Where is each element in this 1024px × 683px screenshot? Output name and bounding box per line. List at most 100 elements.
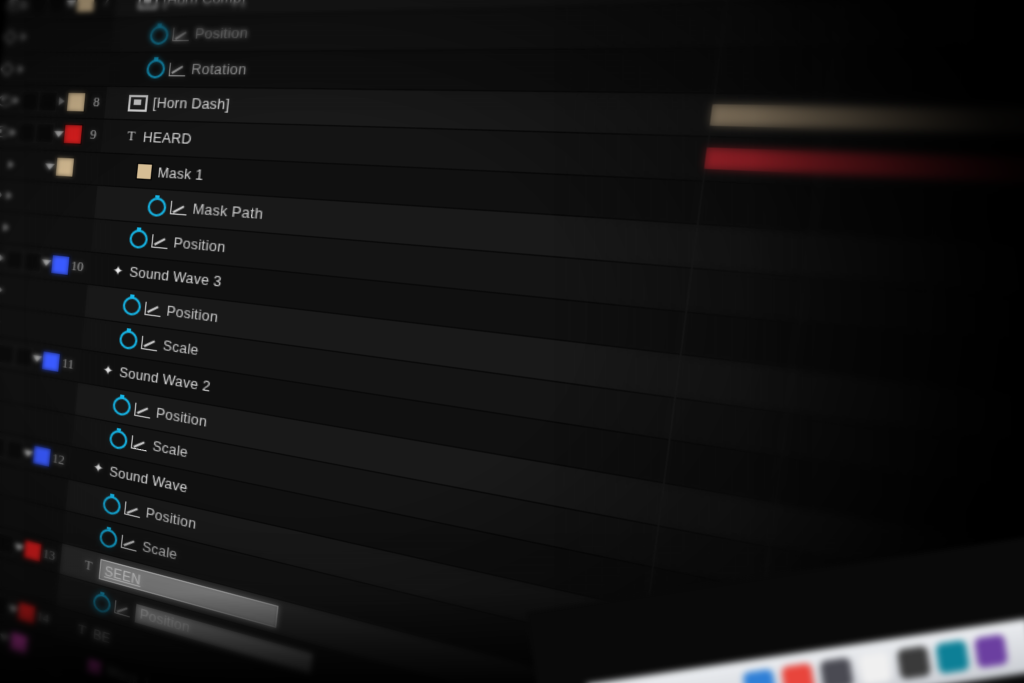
stopwatch-icon[interactable]: [121, 296, 142, 318]
property-expander-icon[interactable]: [13, 96, 20, 105]
layer-expander-icon[interactable]: [44, 162, 55, 170]
property-expander-icon[interactable]: [20, 32, 27, 42]
mask-color-swatch[interactable]: [135, 162, 154, 181]
layer-index-number: 14: [36, 608, 50, 627]
purple-app-icon[interactable]: [973, 634, 1009, 669]
stopwatch-icon[interactable]: [92, 591, 112, 615]
visibility-eye-icon[interactable]: [6, 0, 22, 12]
stopwatch-icon[interactable]: [146, 196, 168, 217]
teal-app-icon[interactable]: [935, 639, 970, 674]
layer-expander-icon[interactable]: [0, 633, 10, 643]
stopwatch-icon[interactable]: [108, 428, 129, 451]
layer-index-number: [33, 583, 58, 590]
layer-color-swatch[interactable]: [62, 124, 84, 146]
layer-expander-icon[interactable]: [58, 97, 66, 106]
layer-name-label: Position: [172, 234, 227, 256]
property-expander-icon[interactable]: [2, 222, 10, 232]
timeline-layer-bar[interactable]: [703, 147, 1024, 249]
stopwatch-icon[interactable]: [149, 25, 170, 45]
layer-rename-value: SEEN: [103, 563, 142, 588]
layer-color-swatch[interactable]: [22, 538, 43, 564]
photos-icon[interactable]: [858, 651, 893, 683]
stopwatch-icon[interactable]: [118, 329, 139, 351]
layer-name-label: Mask 1: [156, 164, 205, 183]
property-expander-icon[interactable]: [22, 0, 29, 10]
lock-toggle-box[interactable]: [13, 345, 34, 368]
lock-toggle-box[interactable]: [47, 0, 68, 15]
stopwatch-icon[interactable]: [102, 494, 122, 517]
layer-color-swatch[interactable]: [9, 630, 30, 656]
shape-layer-icon: ✦: [102, 361, 115, 379]
stopwatch-icon[interactable]: [145, 59, 166, 79]
camera-icon[interactable]: [896, 645, 931, 680]
graph-editor-icon[interactable]: [144, 301, 162, 317]
lock-toggle-box[interactable]: [4, 439, 25, 463]
graph-editor-icon[interactable]: [169, 200, 188, 216]
graph-editor-icon[interactable]: [168, 62, 187, 77]
keyframe-navigator-icon[interactable]: [0, 61, 14, 77]
solo-toggle-box[interactable]: [20, 90, 40, 112]
layer-index-number: [70, 200, 96, 202]
solo-toggle-box[interactable]: [17, 122, 37, 144]
graph-editor-icon[interactable]: [134, 402, 152, 419]
row-toggle-gutter[interactable]: 7: [5, 0, 118, 21]
lock-toggle-box[interactable]: [37, 91, 59, 112]
lock-toggle-box[interactable]: [22, 250, 43, 273]
finder-icon[interactable]: [742, 668, 777, 683]
layer-name-label: Rotation: [190, 61, 248, 78]
layer-color-swatch[interactable]: [65, 91, 87, 113]
graph-editor-icon[interactable]: [172, 27, 191, 42]
stopwatch-icon[interactable]: [128, 229, 149, 250]
lock-toggle-box[interactable]: [34, 123, 55, 145]
row-toggle-gutter[interactable]: [2, 19, 114, 53]
shape-layer-icon: ✦: [112, 262, 125, 279]
graph-editor-icon[interactable]: [120, 534, 138, 552]
property-expander-icon[interactable]: [7, 159, 14, 169]
solo-toggle-box[interactable]: [29, 0, 50, 15]
stopwatch-icon[interactable]: [112, 395, 132, 418]
layer-color-swatch[interactable]: [31, 444, 53, 469]
row-toggle-gutter[interactable]: [0, 52, 111, 86]
text-layer-icon: T: [84, 557, 93, 574]
row-toggle-gutter[interactable]: 8: [0, 85, 108, 119]
layer-color-swatch[interactable]: [75, 0, 97, 14]
layer-color-swatch[interactable]: [50, 253, 71, 276]
layer-index-number: [42, 489, 67, 495]
property-expander-icon[interactable]: [10, 128, 17, 137]
solo-toggle-box[interactable]: [5, 249, 25, 271]
layer-index-number: [24, 677, 48, 683]
layer-name-label: Scale: [151, 438, 189, 462]
graph-editor-icon[interactable]: [140, 335, 159, 351]
stopwatch-icon[interactable]: [98, 526, 119, 550]
layer-index-number: [48, 426, 73, 431]
graph-editor-icon[interactable]: [151, 233, 169, 249]
row-toggle-gutter[interactable]: [0, 147, 101, 186]
property-expander-icon[interactable]: [0, 253, 5, 263]
layer-index-number: [39, 521, 64, 527]
composition-layer-icon: [127, 94, 149, 112]
property-expander-icon[interactable]: [0, 285, 4, 295]
unknown-app-icon[interactable]: [819, 657, 854, 683]
graph-editor-icon[interactable]: [114, 600, 131, 618]
layer-index-number: [61, 298, 86, 301]
keyframe-navigator-icon[interactable]: [3, 29, 17, 45]
layer-color-swatch[interactable]: [54, 156, 76, 178]
row-toggle-gutter[interactable]: 9: [0, 116, 105, 152]
mask-color-swatch[interactable]: [86, 657, 103, 678]
property-expander-icon[interactable]: [17, 64, 24, 74]
chrome-icon[interactable]: [781, 662, 816, 683]
layer-color-swatch[interactable]: [16, 601, 37, 626]
property-expander-icon[interactable]: [5, 191, 12, 201]
graph-editor-icon[interactable]: [130, 435, 148, 452]
layer-color-swatch[interactable]: [41, 349, 62, 373]
layer-name-label: [Horn Comp]: [162, 0, 246, 8]
graph-editor-icon[interactable]: [124, 501, 142, 519]
layer-index-number: [52, 394, 77, 399]
